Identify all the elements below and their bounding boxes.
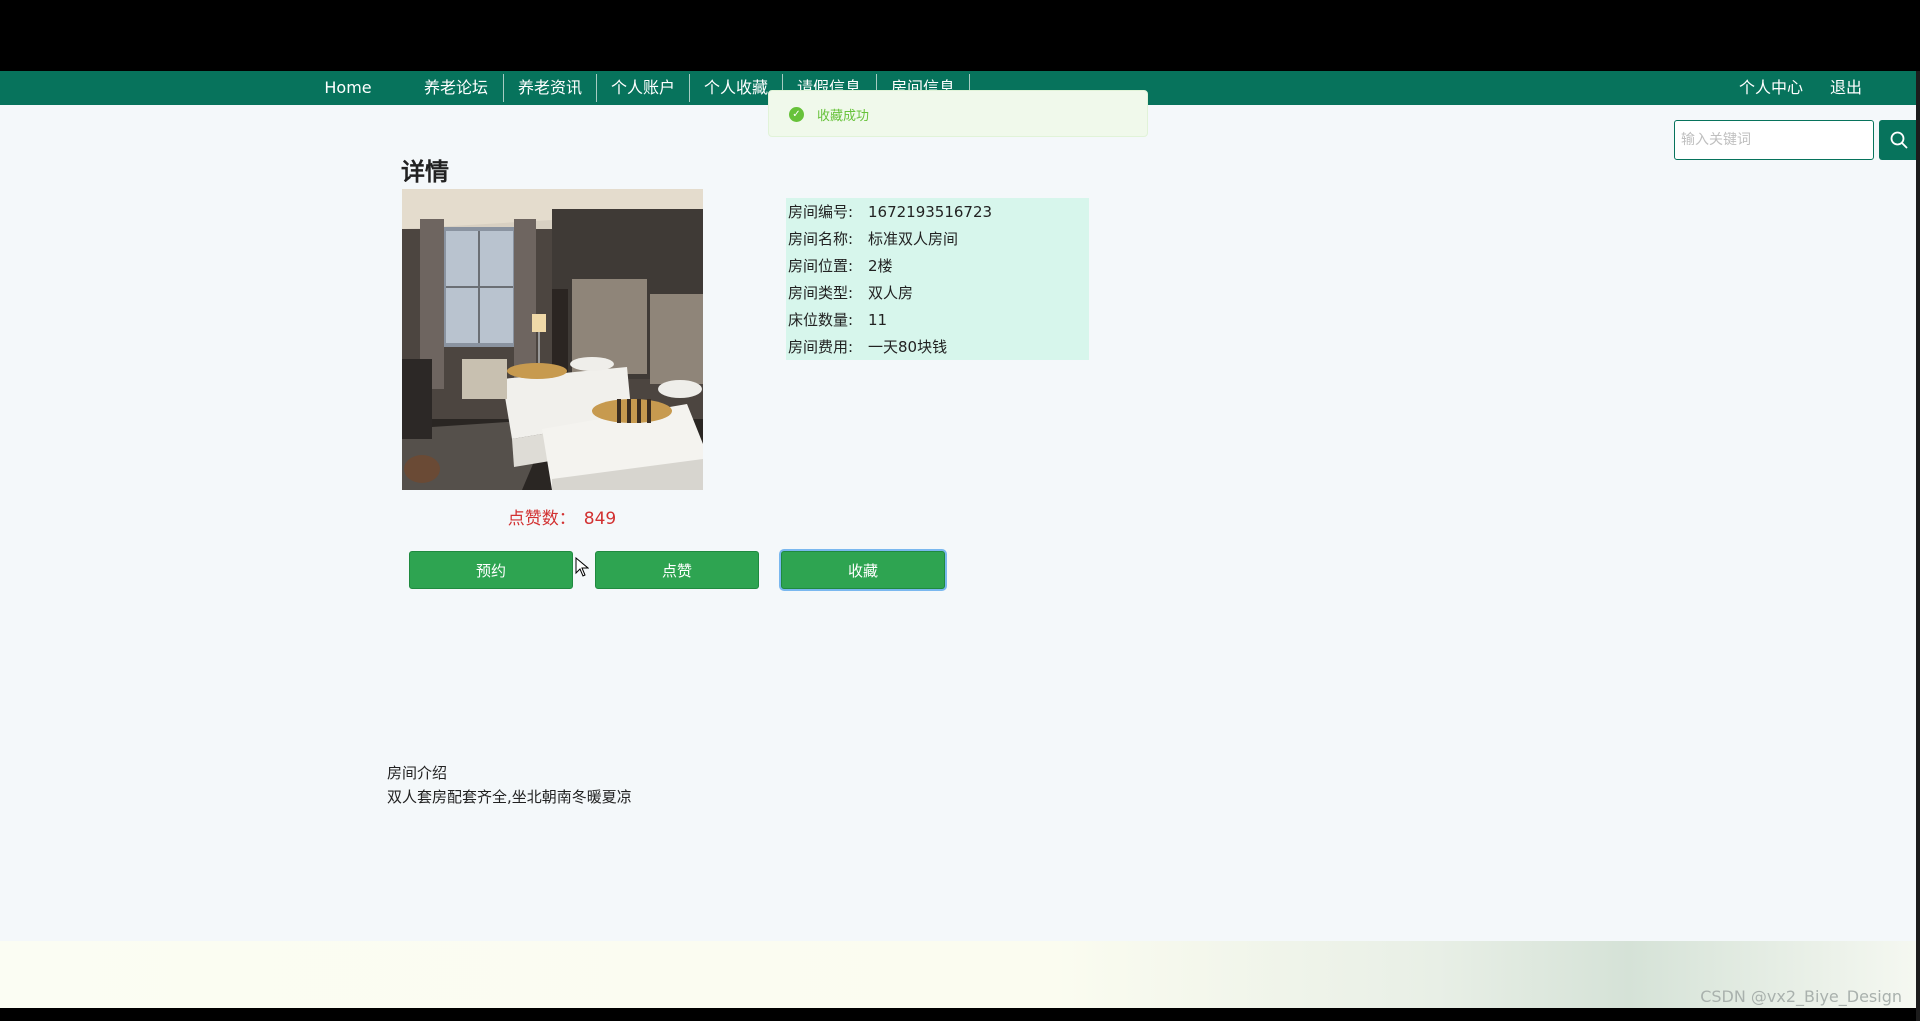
info-value: 标准双人房间 [868, 230, 959, 248]
favorite-button[interactable]: 收藏 [781, 551, 945, 589]
check-circle-icon: ✓ [789, 107, 804, 122]
info-label: 房间名称: [788, 230, 854, 248]
search-icon [1890, 131, 1908, 149]
toast-message: 收藏成功 [817, 109, 870, 124]
info-row-beds: 床位数量: 11 [788, 308, 887, 332]
info-row-number: 房间编号: 1672193516723 [788, 200, 992, 224]
likes-label: 点赞数： [507, 509, 576, 529]
search-input[interactable] [1674, 120, 1874, 160]
nav-forum[interactable]: 养老论坛 [418, 71, 494, 105]
info-row-type: 房间类型: 双人房 [788, 281, 913, 305]
info-value: 双人房 [868, 284, 914, 302]
nav-divider [503, 74, 504, 102]
info-row-fee: 房间费用: 一天80块钱 [788, 335, 947, 359]
info-label: 床位数量: [788, 311, 854, 329]
scrollbar-edge [1916, 71, 1920, 1021]
nav-divider [689, 74, 690, 102]
search-button[interactable] [1879, 120, 1916, 160]
nav-account[interactable]: 个人账户 [605, 71, 681, 105]
reserve-button[interactable]: 预约 [409, 551, 573, 589]
footer: CSDN @vx2_Biye_Design [0, 941, 1916, 1008]
info-label: 房间编号: [788, 203, 854, 221]
like-button[interactable]: 点赞 [595, 551, 759, 589]
nav-logout[interactable]: 退出 [1826, 71, 1866, 105]
watermark: CSDN @vx2_Biye_Design [1700, 987, 1902, 1006]
info-row-location: 房间位置: 2楼 [788, 254, 893, 278]
page: Home 养老论坛 养老资讯 个人账户 个人收藏 请假信息 房间信息 个人中心 … [0, 71, 1916, 1008]
info-value: 2楼 [868, 257, 893, 275]
nav-divider [596, 74, 597, 102]
success-toast: ✓ 收藏成功 [768, 90, 1148, 137]
nav-personal-center[interactable]: 个人中心 [1736, 71, 1806, 105]
likes-value: 849 [583, 509, 617, 529]
nav-news[interactable]: 养老资讯 [512, 71, 588, 105]
room-info-panel: 房间编号: 1672193516723 房间名称: 标准双人房间 房间位置: 2楼 房… [786, 198, 1089, 360]
nav-favorites[interactable]: 个人收藏 [698, 71, 774, 105]
intro-title: 房间介绍 [387, 764, 448, 782]
info-label: 房间费用: [788, 338, 854, 356]
info-row-name: 房间名称: 标准双人房间 [788, 227, 958, 251]
info-value: 1672193516723 [868, 203, 993, 221]
info-value: 11 [868, 311, 888, 329]
info-value: 一天80块钱 [868, 338, 948, 356]
intro-text: 双人套房配套齐全,坐北朝南冬暖夏凉 [387, 788, 632, 806]
info-label: 房间类型: [788, 284, 854, 302]
screen: Home 养老论坛 养老资讯 个人账户 个人收藏 请假信息 房间信息 个人中心 … [0, 0, 1920, 1021]
mouse-cursor-icon [575, 557, 589, 577]
room-photo [402, 189, 703, 490]
nav-home[interactable]: Home [318, 71, 378, 105]
info-label: 房间位置: [788, 257, 854, 275]
likes-count: 点赞数： 849 [402, 504, 722, 529]
page-title: 详情 [401, 158, 449, 186]
